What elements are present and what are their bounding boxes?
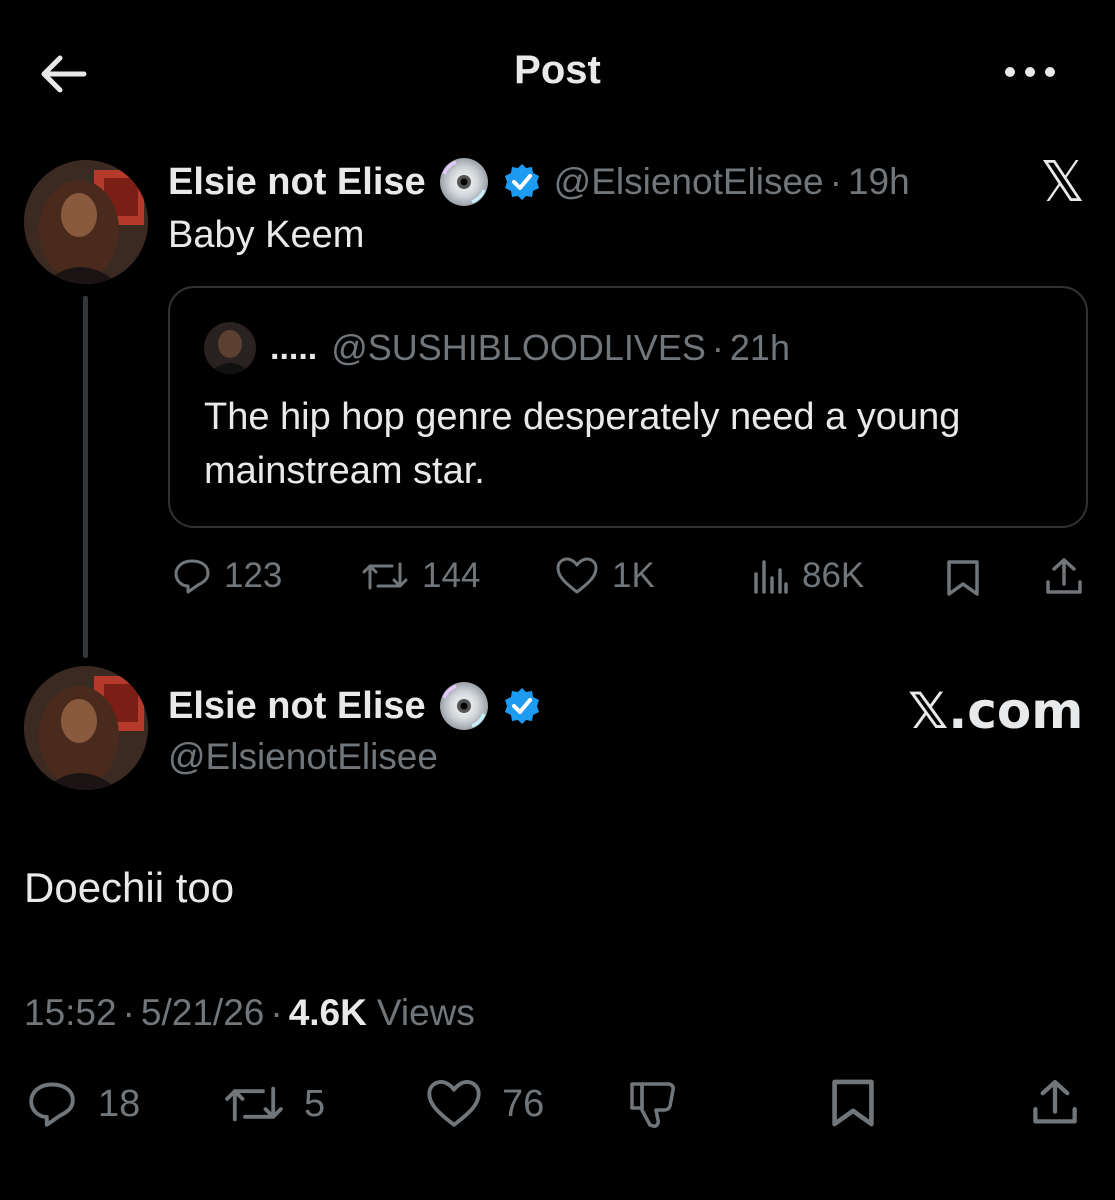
x-com-watermark: 𝕏.com [908, 682, 1084, 740]
avatar[interactable] [24, 160, 148, 284]
like-icon [556, 557, 598, 594]
separator: · [829, 161, 842, 202]
cd-disc-icon [438, 680, 490, 732]
like-button[interactable]: 76 [424, 1078, 544, 1130]
tweet2-header: Elsie not Elise [168, 680, 542, 732]
reply-count: 123 [224, 556, 283, 595]
repost-button[interactable]: 5 [222, 1078, 325, 1130]
author-handle[interactable]: @ElsienotElisee [168, 736, 438, 778]
share-icon [1033, 1079, 1077, 1124]
verified-badge-icon [502, 162, 542, 202]
bookmark-button[interactable] [944, 558, 982, 598]
like-count: 76 [502, 1082, 545, 1125]
repost-icon [225, 1086, 283, 1122]
author-name[interactable]: Elsie not Elise [168, 685, 426, 728]
separator: · [711, 327, 724, 368]
share-button[interactable] [1042, 556, 1086, 598]
page-title: Post [514, 48, 601, 92]
tweet-text: Doechii too [24, 864, 235, 911]
reply-button[interactable]: 123 [172, 556, 282, 596]
x-logo-icon: 𝕏 [1040, 150, 1086, 215]
quote-header: ..... @SUSHIBLOODLIVES · 21h [204, 322, 790, 374]
bookmark-icon [832, 1079, 874, 1127]
separator: · [270, 992, 283, 1033]
repost-icon [362, 562, 408, 590]
cd-disc-icon [438, 156, 490, 208]
views-count: 86K [802, 556, 865, 595]
repost-button[interactable]: 144 [360, 556, 480, 596]
more-button[interactable] [1000, 52, 1060, 92]
quote-author-handle: @SUSHIBLOODLIVES [331, 327, 706, 368]
dislike-button[interactable] [626, 1076, 682, 1132]
repost-count: 5 [304, 1082, 326, 1125]
quote-author-name: ..... [270, 328, 318, 367]
tweet-meta: 15:52 · 5/21/26 · 4.6K Views [24, 992, 475, 1034]
like-icon [427, 1079, 481, 1127]
timestamp[interactable]: 19h [848, 161, 910, 203]
thread-line [83, 296, 88, 658]
bookmark-button[interactable] [828, 1076, 878, 1130]
quote-text: The hip hop genre desperately need a you… [204, 396, 961, 492]
reply-icon [29, 1082, 75, 1127]
reply-button[interactable]: 18 [24, 1078, 140, 1130]
more-icon [1005, 67, 1055, 77]
quote-timestamp: 21h [729, 327, 790, 368]
views-icon [754, 560, 788, 594]
views-button[interactable]: 86K [750, 556, 864, 596]
post-date[interactable]: 5/21/26 [141, 992, 264, 1034]
share-button[interactable] [1028, 1076, 1082, 1130]
like-button[interactable]: 1K [554, 556, 655, 596]
tweet-text: Baby Keem [168, 214, 365, 256]
author-name[interactable]: Elsie not Elise [168, 161, 426, 204]
verified-badge-icon [502, 686, 542, 726]
like-count: 1K [612, 556, 655, 595]
quoted-tweet-card[interactable]: ..... @SUSHIBLOODLIVES · 21h The hip hop… [168, 286, 1088, 528]
views-label: Views [376, 992, 475, 1033]
quote-avatar [204, 322, 256, 374]
reply-count: 18 [98, 1082, 141, 1125]
views-count: 4.6K [288, 992, 367, 1033]
tweet1-header: Elsie not Elise @ElsienotElisee · 19h [168, 156, 910, 208]
author-handle[interactable]: @ElsienotElisee [554, 161, 824, 203]
dislike-icon [630, 1082, 675, 1128]
share-icon [1046, 558, 1082, 594]
avatar[interactable] [24, 666, 148, 790]
reply-icon [174, 559, 210, 594]
repost-count: 144 [422, 556, 481, 595]
bookmark-icon [947, 560, 979, 596]
post-time[interactable]: 15:52 [24, 992, 117, 1034]
separator: · [122, 992, 135, 1033]
